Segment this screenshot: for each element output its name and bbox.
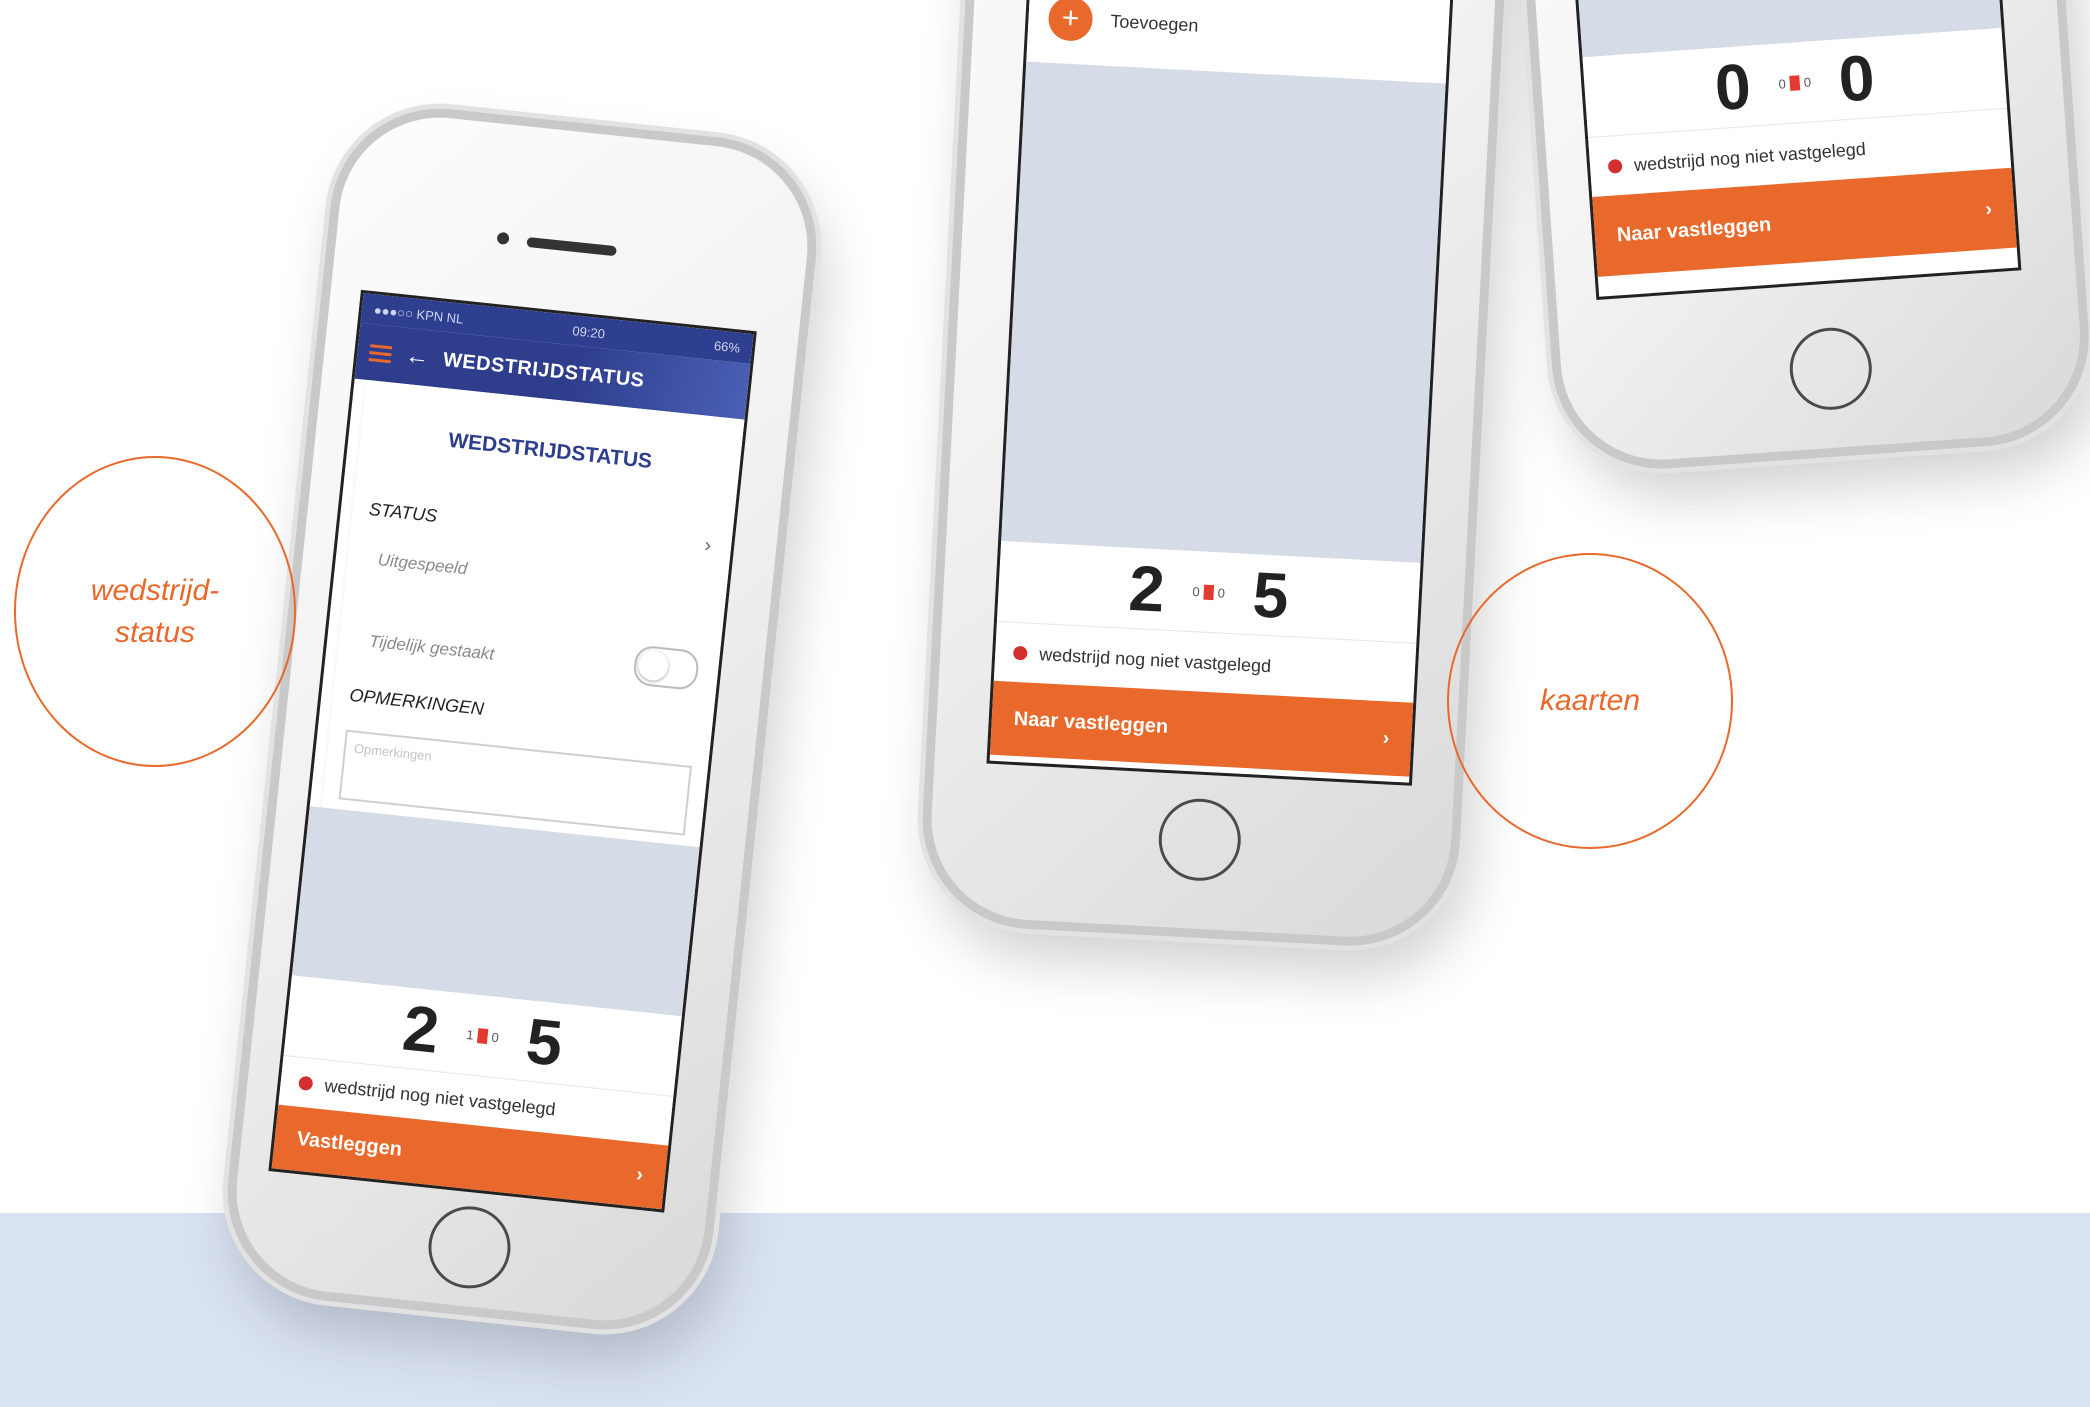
- plus-icon[interactable]: +: [1047, 0, 1094, 43]
- match-status-text: wedstrijd nog niet vastgelegd: [1633, 138, 1867, 175]
- back-arrow-icon[interactable]: ←: [404, 342, 431, 372]
- chevron-right-icon: ›: [635, 1163, 645, 1186]
- annotation-text: kaarten: [1539, 684, 1641, 717]
- error-dot-icon: [1012, 645, 1028, 661]
- home-button[interactable]: [1156, 796, 1243, 883]
- nav-title: WEDSTRIJDSTATUS: [442, 348, 646, 392]
- score-home: 2: [399, 991, 443, 1067]
- score-home: 0: [1712, 49, 1754, 125]
- naar-vastleggen-label: Naar vastleggen: [1013, 707, 1169, 738]
- status-toggle[interactable]: [632, 644, 701, 692]
- annotation-line-2: status: [114, 615, 196, 649]
- cards-indicator: 1 0: [466, 1026, 500, 1044]
- clock-label: 09:20: [571, 322, 606, 342]
- carrier-label: ●●●○○ KPN NL: [373, 301, 465, 327]
- battery-label: 66%: [713, 337, 741, 356]
- phone-middle: + Toevoegen 2 0 0 5 wedstrijd nog niet v…: [917, 0, 1517, 952]
- score-away: 5: [522, 1004, 566, 1080]
- phone-right-screen: 0 0 0 0 wedstrijd nog niet vastgelegd Na…: [1563, 0, 2022, 300]
- cards-away-count: 0: [1803, 73, 1812, 90]
- phone-right: 0 0 0 0 wedstrijd nog niet vastgelegd Na…: [1513, 0, 2090, 476]
- home-button[interactable]: [424, 1202, 515, 1293]
- card-title: WEDSTRIJDSTATUS: [447, 428, 654, 474]
- add-label: Toevoegen: [1110, 10, 1200, 36]
- cards-indicator: 0 0: [1778, 74, 1811, 91]
- cards-home-count: 0: [1192, 583, 1201, 599]
- red-card-icon: [476, 1027, 489, 1044]
- option-uitgespeeld[interactable]: Uitgespeeld: [377, 550, 468, 579]
- empty-area: [1001, 61, 1446, 563]
- phone-left: ●●●○○ KPN NL 09:20 66% ← WEDSTRIJDSTATUS…: [216, 97, 828, 1341]
- phone-middle-screen: + Toevoegen 2 0 0 5 wedstrijd nog niet v…: [986, 0, 1466, 786]
- score-away: 5: [1251, 558, 1291, 633]
- score-away: 0: [1836, 41, 1877, 116]
- match-status-card: WEDSTRIJDSTATUS STATUS › Uitgespeeld Tij…: [321, 379, 745, 848]
- phone-left-screen: ●●●○○ KPN NL 09:20 66% ← WEDSTRIJDSTATUS…: [268, 289, 757, 1213]
- red-card-icon: [1203, 584, 1215, 600]
- error-dot-icon: [1607, 158, 1623, 174]
- front-camera: [496, 231, 510, 245]
- cards-home-count: 0: [1778, 75, 1787, 92]
- naar-vastleggen-label: Naar vastleggen: [1616, 213, 1772, 246]
- chevron-right-icon[interactable]: ›: [703, 534, 712, 558]
- option-tijdelijk-gestaakt[interactable]: Tijdelijk gestaakt: [368, 632, 495, 665]
- red-card-icon: [1789, 74, 1801, 91]
- cards-away-count: 0: [490, 1029, 500, 1045]
- annotation-line-1: wedstrijd-: [90, 573, 220, 607]
- hamburger-menu-icon[interactable]: [368, 343, 393, 363]
- score-home: 2: [1127, 551, 1167, 626]
- home-button[interactable]: [1787, 325, 1875, 413]
- cards-away-count: 0: [1217, 584, 1226, 601]
- error-dot-icon: [298, 1075, 314, 1092]
- match-status-text: wedstrijd nog niet vastgelegd: [1038, 643, 1272, 676]
- vastleggen-label: Vastleggen: [295, 1127, 404, 1161]
- chevron-right-icon: ›: [1382, 726, 1390, 750]
- annotation-wedstrijdstatus: wedstrijd- status: [14, 456, 296, 767]
- remarks-section-label: OPMERKINGEN: [348, 684, 485, 719]
- cards-home-count: 1: [465, 1026, 475, 1043]
- earpiece-speaker: [526, 236, 617, 257]
- cards-indicator: 0 0: [1192, 584, 1225, 601]
- chevron-right-icon: ›: [1984, 197, 1993, 221]
- annotation-kaarten: kaarten: [1447, 553, 1733, 849]
- status-section-label: STATUS: [368, 498, 439, 526]
